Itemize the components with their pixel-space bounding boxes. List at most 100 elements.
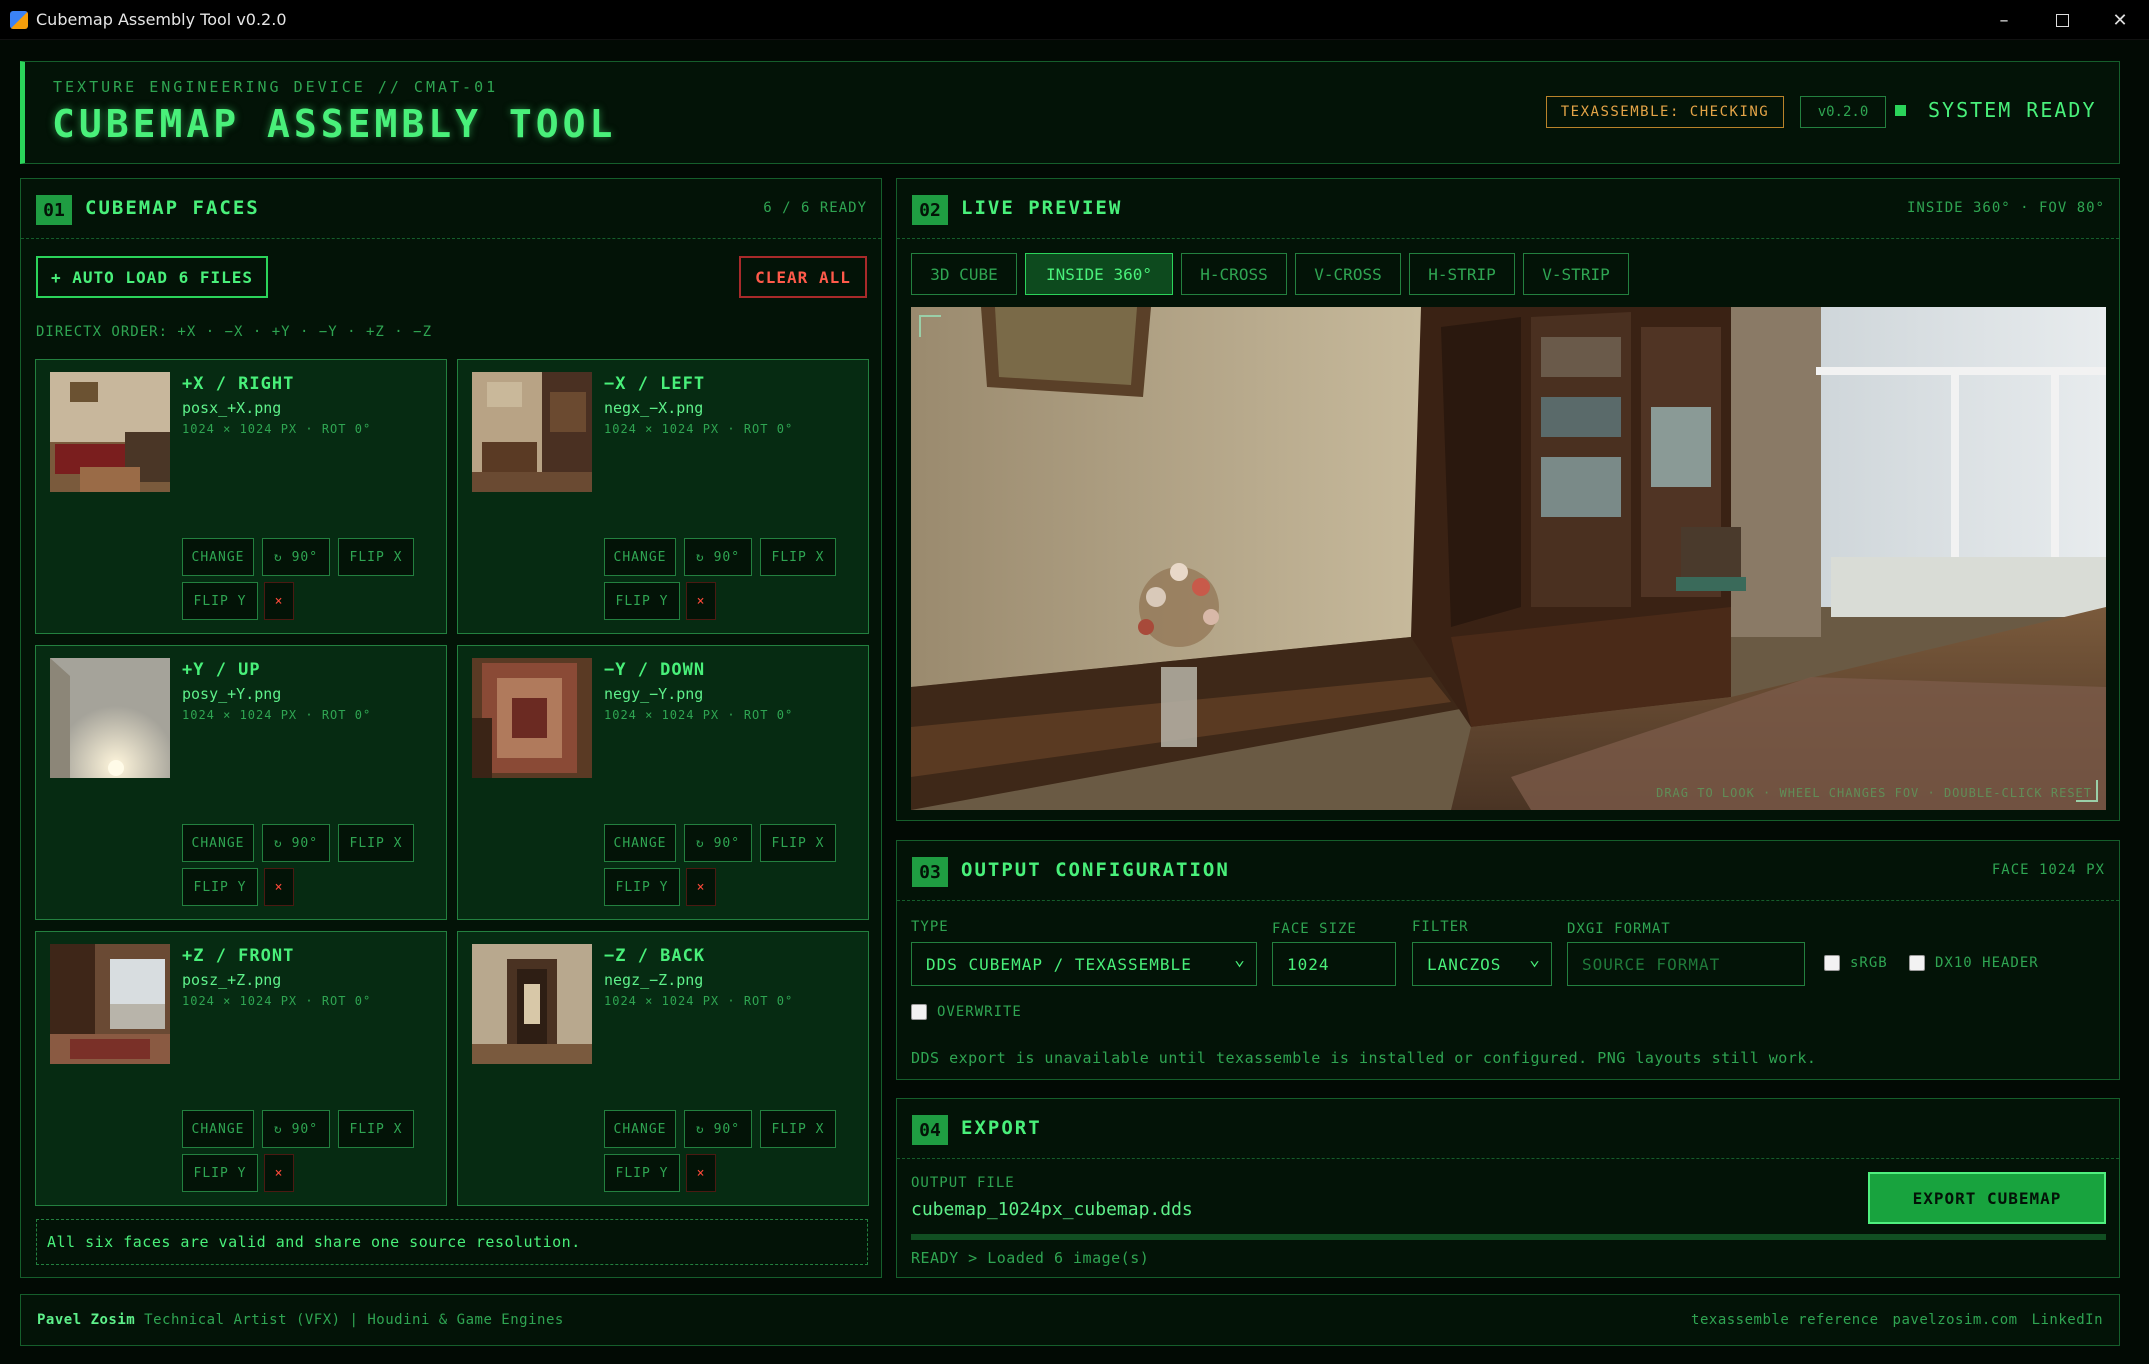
dxgi-format-input[interactable]: SOURCE FORMAT [1567, 942, 1805, 986]
rotate-button[interactable]: ↻ 90° [684, 538, 752, 576]
flip-x-button[interactable]: FLIP X [760, 538, 836, 576]
face-info: 1024 × 1024 PX · ROT 0° [182, 994, 372, 1008]
minimize-button[interactable]: – [1975, 0, 2033, 40]
page-title: CUBEMAP ASSEMBLY TOOL [52, 102, 617, 146]
type-select[interactable]: DDS CUBEMAP / TEXASSEMBLE [911, 942, 1257, 986]
faces-validation-status: All six faces are valid and share one so… [36, 1219, 868, 1265]
face-file: negz_−Z.png [604, 971, 704, 989]
flip-x-button[interactable]: FLIP X [760, 1110, 836, 1148]
texassemble-reference-link[interactable]: texassemble reference [1691, 1312, 1879, 1328]
footer-credits: Pavel Zosim Technical Artist (VFX) | Hou… [37, 1312, 564, 1328]
remove-face-button[interactable]: × [264, 582, 294, 620]
clear-all-button[interactable]: CLEAR ALL [739, 256, 867, 298]
change-button[interactable]: CHANGE [182, 824, 254, 862]
face-thumbnail[interactable] [50, 944, 170, 1064]
flip-x-button[interactable]: FLIP X [760, 824, 836, 862]
export-section-header: 04 EXPORT [897, 1099, 2119, 1159]
face-name: −Y / DOWN [604, 660, 706, 680]
remove-face-button[interactable]: × [686, 868, 716, 906]
change-button[interactable]: CHANGE [182, 1110, 254, 1148]
face-thumbnail[interactable] [50, 372, 170, 492]
rotate-button[interactable]: ↻ 90° [262, 824, 330, 862]
mode-h-cross-button[interactable]: H-CROSS [1181, 253, 1287, 295]
face-file: negx_−X.png [604, 399, 704, 417]
preview-viewport[interactable]: DRAG TO LOOK · WHEEL CHANGES FOV · DOUBL… [911, 307, 2106, 810]
author-role: Technical Artist (VFX) | Houdini & Game … [144, 1312, 564, 1328]
flip-y-button[interactable]: FLIP Y [604, 1154, 680, 1192]
filter-select[interactable]: LANCZOS [1412, 942, 1552, 986]
mode-inside-360-button[interactable]: INSIDE 360° [1025, 253, 1173, 295]
system-status: SYSTEM READY [1928, 98, 2097, 122]
minimize-icon: – [1999, 9, 2009, 31]
dds-unavailable-note: DDS export is unavailable until texassem… [911, 1049, 1817, 1067]
remove-face-button[interactable]: × [686, 582, 716, 620]
close-icon: ✕ [2112, 9, 2128, 31]
section-number: 01 [36, 195, 72, 225]
auto-load-button[interactable]: + AUTO LOAD 6 FILES [36, 256, 268, 298]
checkbox-icon [1909, 955, 1925, 971]
type-label: TYPE [911, 919, 949, 935]
section-number: 04 [912, 1115, 948, 1145]
version-badge: v0.2.0 [1800, 96, 1886, 128]
mode-v-strip-button[interactable]: V-STRIP [1523, 253, 1629, 295]
face-file: negy_−Y.png [604, 685, 704, 703]
checkbox-icon [1824, 955, 1840, 971]
flip-y-button[interactable]: FLIP Y [604, 582, 680, 620]
face-thumbnail[interactable] [472, 372, 592, 492]
face-name: −X / LEFT [604, 374, 706, 394]
face-size-label: FACE SIZE [1272, 921, 1357, 937]
maximize-button[interactable] [2033, 0, 2091, 40]
texassemble-status-badge: TEXASSEMBLE: CHECKING [1546, 96, 1784, 128]
face-card-negx: −X / LEFT negx_−X.png 1024 × 1024 PX · R… [457, 359, 869, 634]
face-thumbnail[interactable] [472, 944, 592, 1064]
face-info: 1024 × 1024 PX · ROT 0° [604, 422, 794, 436]
face-card-negz: −Z / BACK negz_−Z.png 1024 × 1024 PX · R… [457, 931, 869, 1206]
footer-links: texassemble reference pavelzosim.com Lin… [1691, 1312, 2103, 1328]
export-panel: 04 EXPORT OUTPUT FILE cubemap_1024px_cub… [896, 1098, 2120, 1278]
flip-y-button[interactable]: FLIP Y [182, 1154, 258, 1192]
rotate-button[interactable]: ↻ 90° [262, 1110, 330, 1148]
face-thumbnail[interactable] [472, 658, 592, 778]
rotate-button[interactable]: ↻ 90° [684, 1110, 752, 1148]
mode-h-strip-button[interactable]: H-STRIP [1409, 253, 1515, 295]
linkedin-link[interactable]: LinkedIn [2032, 1312, 2103, 1328]
dx10-header-checkbox[interactable]: DX10 HEADER [1909, 955, 2039, 971]
rotate-button[interactable]: ↻ 90° [684, 824, 752, 862]
remove-face-button[interactable]: × [264, 868, 294, 906]
face-thumbnail[interactable] [50, 658, 170, 778]
flip-x-button[interactable]: FLIP X [338, 824, 414, 862]
section-number: 03 [912, 857, 948, 887]
change-button[interactable]: CHANGE [604, 824, 676, 862]
overwrite-checkbox[interactable]: OVERWRITE [911, 1004, 1022, 1020]
remove-face-button[interactable]: × [686, 1154, 716, 1192]
face-file: posz_+Z.png [182, 971, 282, 989]
flip-x-button[interactable]: FLIP X [338, 538, 414, 576]
srgb-checkbox[interactable]: sRGB [1824, 955, 1888, 971]
flip-x-button[interactable]: FLIP X [338, 1110, 414, 1148]
export-cubemap-button[interactable]: EXPORT CUBEMAP [1868, 1172, 2106, 1224]
flip-y-button[interactable]: FLIP Y [182, 868, 258, 906]
face-card-negy: −Y / DOWN negy_−Y.png 1024 × 1024 PX · R… [457, 645, 869, 920]
face-card-posy: +Y / UP posy_+Y.png 1024 × 1024 PX · ROT… [35, 645, 447, 920]
remove-face-button[interactable]: × [264, 1154, 294, 1192]
flip-y-button[interactable]: FLIP Y [182, 582, 258, 620]
change-button[interactable]: CHANGE [604, 1110, 676, 1148]
section-number: 02 [912, 195, 948, 225]
cubemap-faces-panel: 01 CUBEMAP FACES 6 / 6 READY + AUTO LOAD… [20, 178, 882, 1278]
export-progress-bar [911, 1234, 2106, 1240]
section-title: CUBEMAP FACES [85, 197, 260, 219]
mode-3d-cube-button[interactable]: 3D CUBE [911, 253, 1017, 295]
face-card-posz: +Z / FRONT posz_+Z.png 1024 × 1024 PX · … [35, 931, 447, 1206]
change-button[interactable]: CHANGE [182, 538, 254, 576]
mode-v-cross-button[interactable]: V-CROSS [1295, 253, 1401, 295]
close-button[interactable]: ✕ [2091, 0, 2149, 40]
export-status: READY > Loaded 6 image(s) [911, 1249, 1150, 1267]
face-size-input[interactable]: 1024 [1272, 942, 1396, 986]
system-status-indicator-icon [1895, 105, 1906, 116]
live-preview-panel: 02 LIVE PREVIEW INSIDE 360° · FOV 80° 3D… [896, 178, 2120, 821]
rotate-button[interactable]: ↻ 90° [262, 538, 330, 576]
faces-section-header: 01 CUBEMAP FACES 6 / 6 READY [21, 179, 881, 239]
flip-y-button[interactable]: FLIP Y [604, 868, 680, 906]
website-link[interactable]: pavelzosim.com [1893, 1312, 2018, 1328]
change-button[interactable]: CHANGE [604, 538, 676, 576]
